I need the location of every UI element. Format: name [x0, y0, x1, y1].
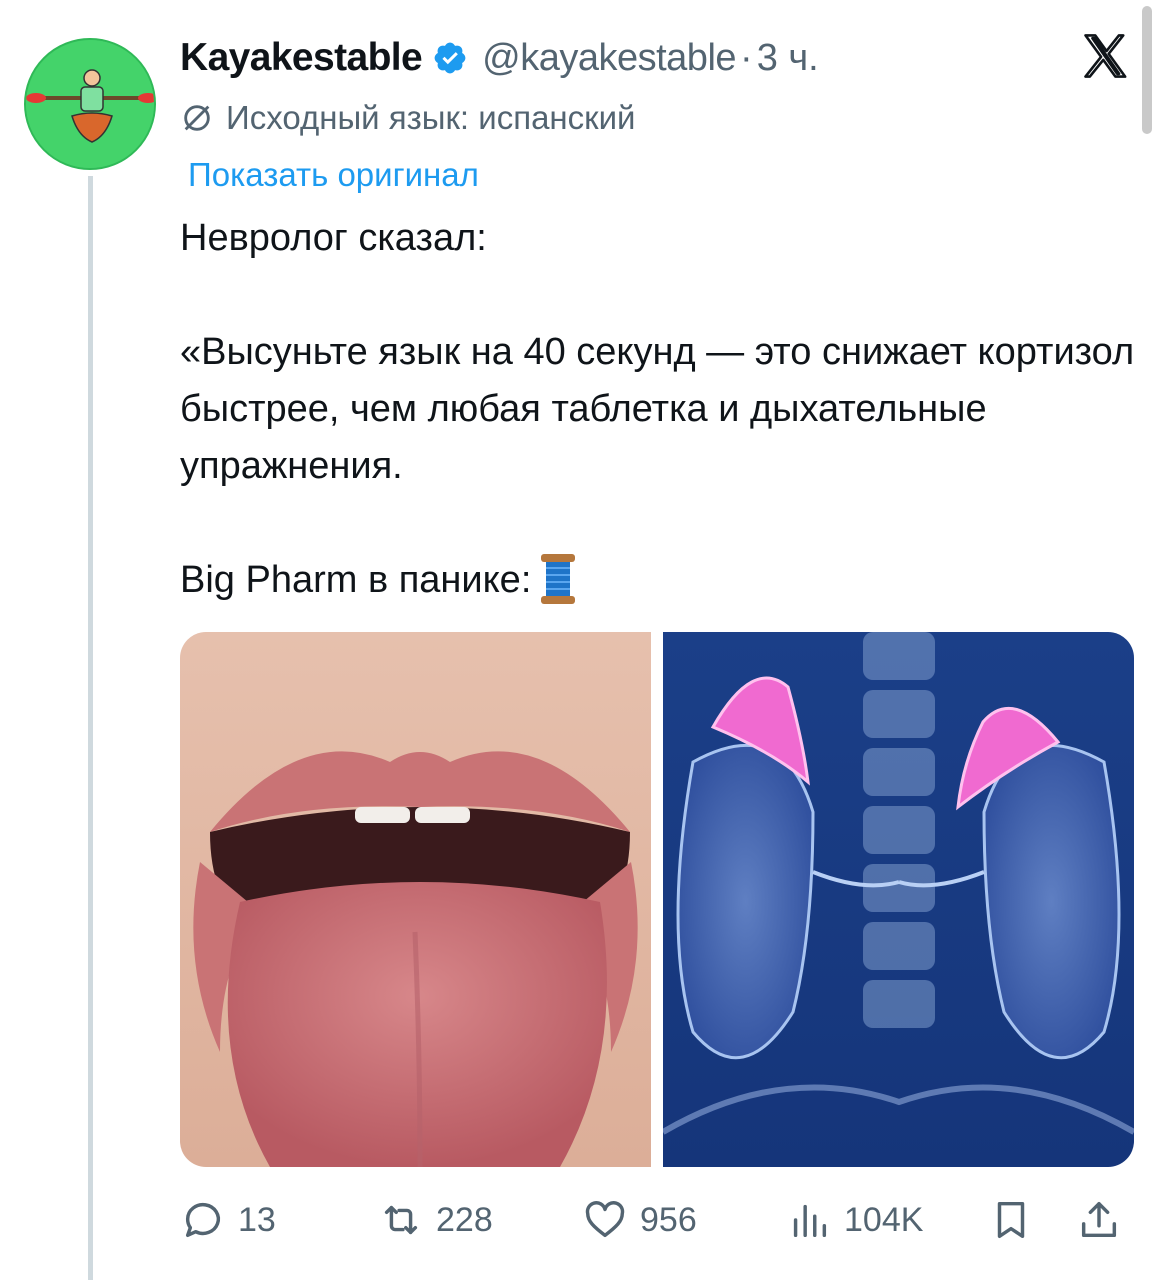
translate-icon: [184, 105, 210, 131]
bookmark-button[interactable]: [988, 1192, 1034, 1248]
tweet-line-3: Big Pharm в панике:: [180, 552, 1140, 609]
separator-dot: ·: [740, 36, 753, 79]
like-count: 956: [640, 1200, 697, 1239]
avatar[interactable]: [24, 38, 156, 170]
share-button[interactable]: [1076, 1192, 1122, 1248]
repost-button[interactable]: 228: [378, 1192, 493, 1248]
tweet-line-2: «Высуньте язык на 40 секунд — это снижае…: [180, 331, 1145, 487]
x-logo-icon[interactable]: [1078, 30, 1132, 82]
repost-icon: [384, 1205, 418, 1235]
action-bar: 13 228 956 104K: [180, 1192, 1140, 1248]
scrollbar[interactable]: [1142, 6, 1152, 134]
handle[interactable]: @kayakestable: [482, 37, 736, 80]
tweet-line-1: Невролог сказал:: [180, 217, 487, 259]
reply-icon: [185, 1203, 221, 1238]
tweet-line-3-text: Big Pharm в панике:: [180, 559, 532, 601]
like-button[interactable]: 956: [582, 1192, 697, 1248]
heart-icon: [585, 1201, 625, 1238]
share-icon: [1081, 1201, 1117, 1238]
reply-button[interactable]: 13: [180, 1192, 276, 1248]
repost-count: 228: [436, 1200, 493, 1239]
verified-badge-icon: [432, 40, 468, 76]
tweet-view: Kayakestable @kayakestable · 3 ч. Исходн…: [0, 0, 1160, 1280]
reply-count: 13: [238, 1200, 276, 1239]
bookmark-icon: [997, 1201, 1025, 1239]
tongue-photo[interactable]: [180, 632, 651, 1167]
translation-note-text: Исходный язык: испанский: [226, 99, 636, 136]
media-grid: [180, 632, 1134, 1167]
thread-spool-emoji: [537, 552, 579, 606]
translation-note: Исходный язык: испанский: [180, 94, 635, 142]
tweet-text: Невролог сказал: «Высуньте язык на 40 се…: [180, 210, 1140, 609]
views-button[interactable]: 104K: [786, 1192, 923, 1248]
thread-line: [88, 176, 93, 1280]
tweet-header: Kayakestable @kayakestable · 3 ч.: [180, 28, 819, 88]
views-count: 104K: [844, 1200, 924, 1239]
timestamp[interactable]: 3 ч.: [757, 37, 819, 80]
show-original-link[interactable]: Показать оригинал: [188, 152, 479, 198]
views-icon: [793, 1204, 827, 1238]
display-name[interactable]: Kayakestable: [180, 36, 423, 80]
adrenal-glands-illustration[interactable]: [663, 632, 1134, 1167]
